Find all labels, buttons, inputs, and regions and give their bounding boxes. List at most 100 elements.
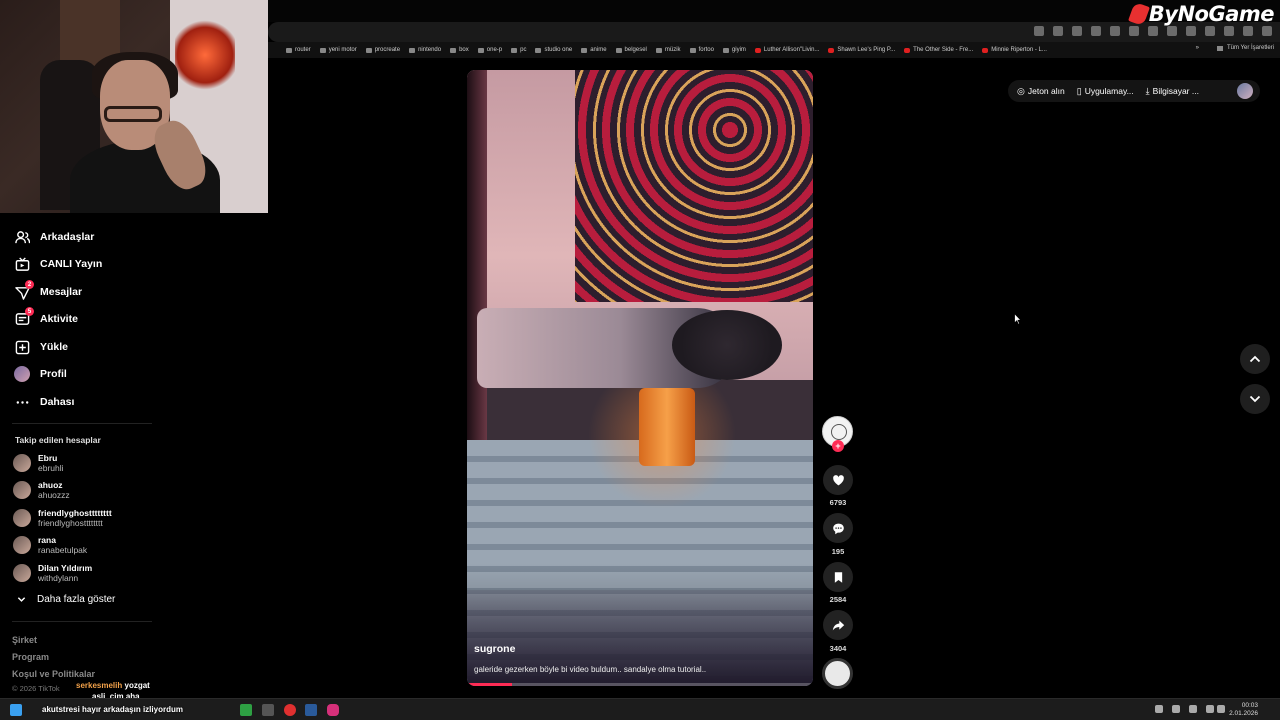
volume-icon[interactable]	[1217, 705, 1225, 713]
following-item[interactable]: Ebru ebruhli	[13, 453, 64, 473]
divider	[12, 423, 152, 424]
bookmark-item[interactable]: Minnie Riperton - L...	[982, 47, 1047, 53]
follow-button[interactable]: +	[832, 440, 844, 452]
instagram-icon[interactable]	[327, 704, 339, 716]
previous-video-button[interactable]	[1240, 344, 1270, 374]
video-author[interactable]: sugrone	[474, 643, 515, 655]
bookmark-item[interactable]: belgesel	[615, 47, 647, 53]
bookmark-item[interactable]: box	[450, 47, 469, 53]
all-bookmarks[interactable]: » Tüm Yer İşaretleri	[1196, 45, 1274, 51]
footer-link-program[interactable]: Program	[12, 652, 49, 662]
bookmark-item[interactable]: fortoo	[689, 47, 714, 53]
get-coins-button[interactable]: ◎ Jeton alın	[1017, 86, 1065, 97]
bookmark-item[interactable]: nintendo	[409, 47, 441, 53]
folder-icon	[365, 47, 372, 53]
bookmark-label: box	[459, 47, 469, 53]
get-app-button[interactable]: ▯ Uygulamay...	[1077, 86, 1134, 97]
sidebar-item-friends[interactable]: Arkadaşlar	[14, 229, 94, 245]
bookmark-item[interactable]: yeni motor	[319, 47, 357, 53]
like-button[interactable]	[823, 465, 853, 495]
sidebar-item-messages[interactable]: 2 Mesajlar	[14, 280, 82, 300]
following-item[interactable]: ahuoz ahuozzz	[13, 480, 70, 500]
tray-icon[interactable]	[1172, 705, 1180, 713]
translate-icon[interactable]	[1034, 26, 1044, 36]
footer-link-company[interactable]: Şirket	[12, 635, 37, 645]
following-item[interactable]: rana ranabetulpak	[13, 535, 87, 555]
bookmark-label: belgesel	[624, 47, 647, 53]
youtube-icon	[828, 47, 835, 53]
folder-icon	[581, 47, 588, 53]
bookmark-item[interactable]: router	[286, 47, 311, 53]
share-button[interactable]	[823, 610, 853, 640]
avatar	[13, 454, 31, 472]
bookmark-item[interactable]: Shawn Lee's Ping P...	[828, 47, 895, 53]
avatar	[13, 564, 31, 582]
video-progress-bar[interactable]	[467, 683, 813, 686]
app-icon[interactable]	[240, 704, 252, 716]
bookmark-item[interactable]: The Other Side - Fre...	[904, 47, 973, 53]
video-player[interactable]	[467, 70, 813, 686]
extension-icon[interactable]	[1110, 26, 1120, 36]
sidebar-item-profile[interactable]: Profil	[14, 366, 67, 382]
windows-start-icon[interactable]	[10, 704, 22, 716]
extension-icon[interactable]	[1148, 26, 1158, 36]
music-disc[interactable]	[822, 658, 853, 689]
get-coins-label: Jeton alın	[1027, 86, 1065, 96]
following-handle: friendlyghostttttttt	[38, 518, 103, 528]
more-bookmarks-icon[interactable]: »	[1196, 45, 1199, 51]
bookmark-item[interactable]: giyim	[722, 47, 746, 53]
bookmark-item[interactable]: one-p	[477, 47, 503, 53]
address-bar[interactable]	[268, 22, 1280, 42]
save-button[interactable]	[823, 562, 853, 592]
divider	[12, 621, 152, 622]
bookmark-item[interactable]: procreate	[365, 47, 400, 53]
show-more-button[interactable]: Daha fazla göster	[17, 594, 115, 605]
star-icon[interactable]	[1091, 26, 1101, 36]
bookmark-label: one-p	[486, 47, 503, 53]
extension-icon[interactable]	[1129, 26, 1139, 36]
tray-icon[interactable]	[1189, 705, 1197, 713]
next-video-button[interactable]	[1240, 384, 1270, 414]
tray-icon[interactable]	[1155, 705, 1163, 713]
chat-message: akutstresi hayır arkadaşın izliyordum	[42, 705, 183, 714]
folder-icon	[286, 47, 292, 53]
desktop-app-button[interactable]: ⤓ Bilgisayar ...	[1146, 86, 1199, 97]
following-handle: withdylann	[38, 573, 79, 583]
download-icon: ⤓	[1145, 85, 1150, 96]
extension-icon[interactable]	[1243, 26, 1253, 36]
sidebar-item-upload[interactable]: Yükle	[14, 339, 68, 355]
bookmark-item[interactable]: studio one	[535, 47, 572, 53]
bookmark-item[interactable]: anime	[581, 47, 607, 53]
watermark-logo: ByNoGame	[1127, 1, 1275, 27]
bookmark-item[interactable]: Luther Allison"Livin...	[754, 47, 819, 53]
sidebar-item-label: CANLI Yayın	[40, 258, 103, 270]
clock[interactable]: 00:03 2.01.2026	[1229, 702, 1258, 718]
sidebar-item-activity[interactable]: 5 Aktivite	[14, 307, 78, 327]
sidebar-item-more[interactable]: Dahası	[14, 394, 74, 410]
share-icon	[832, 620, 844, 630]
extension-icon[interactable]	[1224, 26, 1234, 36]
clock-date: 2.01.2026	[1229, 710, 1258, 717]
footer-link-terms[interactable]: Koşul ve Politikalar	[12, 669, 95, 679]
cast-icon[interactable]	[1072, 26, 1082, 36]
bookmark-item[interactable]: müzik	[655, 47, 681, 53]
menu-icon[interactable]	[1262, 26, 1272, 36]
sidebar-item-label: Yükle	[40, 341, 69, 353]
zoom-icon[interactable]	[1053, 26, 1063, 36]
profile-avatar[interactable]	[1237, 83, 1253, 99]
sidebar-item-live[interactable]: CANLI Yayın	[14, 256, 102, 272]
video-caption: galeride gezerken böyle bi video buldum.…	[474, 665, 707, 674]
steam-icon[interactable]	[305, 704, 317, 716]
app-icon[interactable]	[262, 704, 274, 716]
extension-icon[interactable]	[1167, 26, 1177, 36]
network-icon[interactable]	[1206, 705, 1214, 713]
bookmark-item[interactable]: pc	[511, 47, 526, 53]
extension-icon[interactable]	[1205, 26, 1215, 36]
comment-button[interactable]	[823, 513, 853, 543]
app-icon[interactable]	[284, 704, 296, 716]
extension-icon[interactable]	[1186, 26, 1196, 36]
following-item[interactable]: Dilan Yıldırım withdylann	[13, 563, 92, 583]
bookmark-label: nintendo	[418, 47, 442, 53]
following-item[interactable]: friendlyghostttttttt friendlyghostttttttt	[13, 508, 112, 528]
bookmark-label: Shawn Lee's Ping P...	[837, 47, 896, 53]
